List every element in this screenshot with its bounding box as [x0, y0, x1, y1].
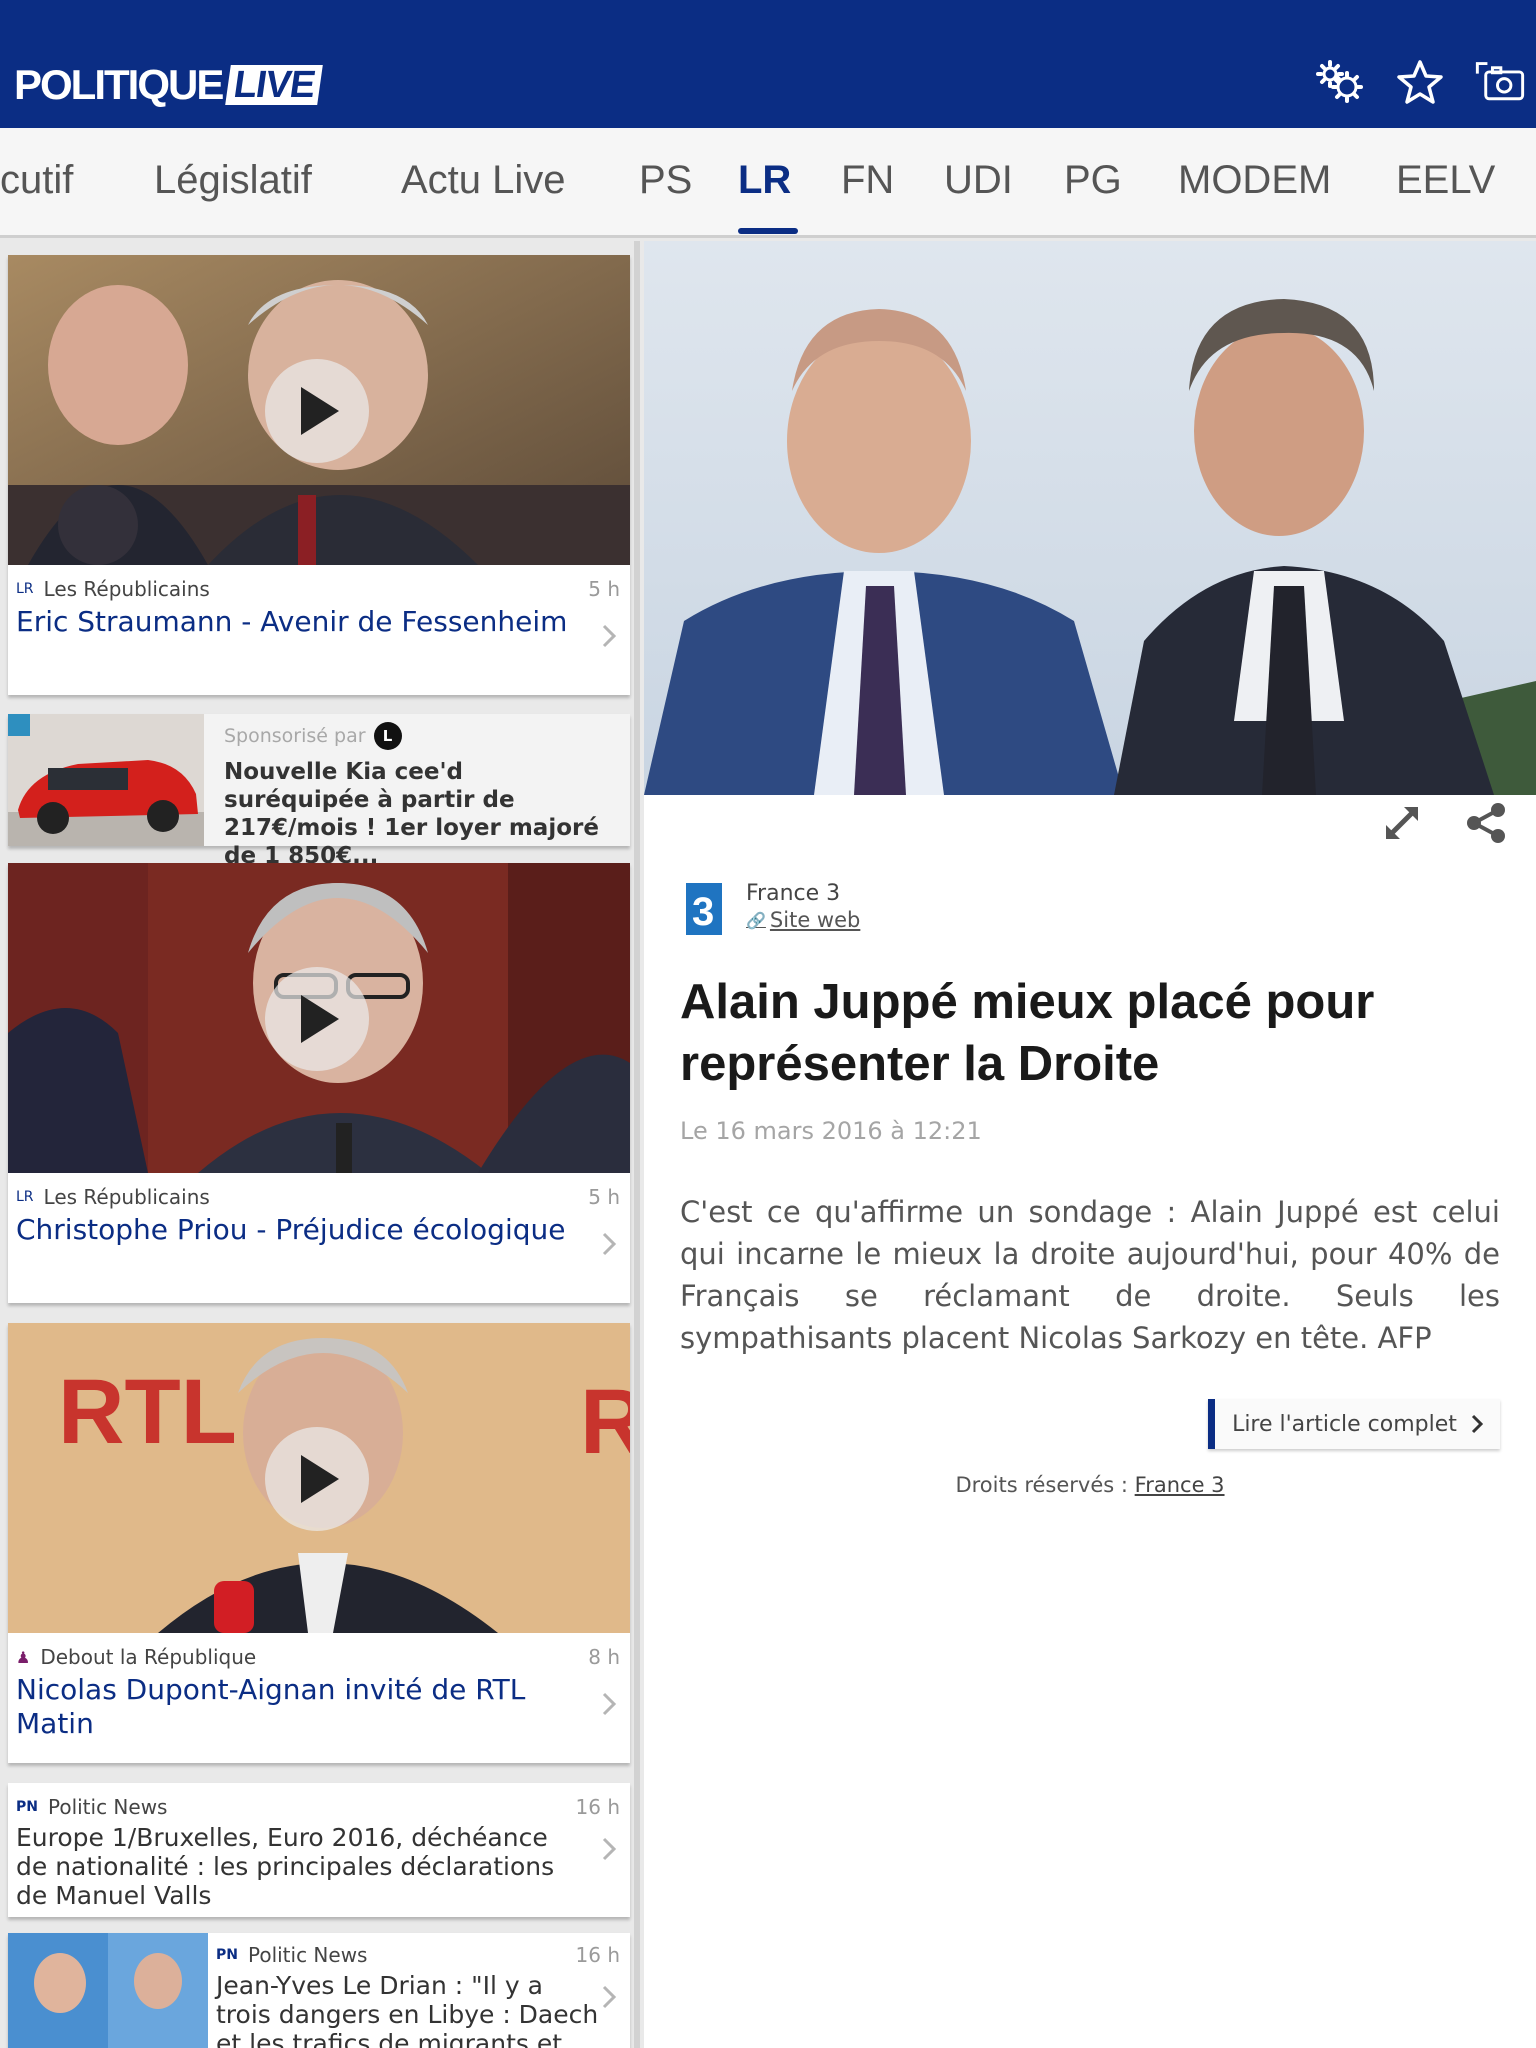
- svg-text:R: R: [580, 1371, 630, 1473]
- post-age: 16 h: [575, 1795, 620, 1819]
- logo-live-text: LIVE: [225, 64, 324, 106]
- logo-main-text: POLITIQUE: [14, 61, 224, 108]
- card-title[interactable]: Eric Straumann - Avenir de Fessenheim: [16, 605, 576, 639]
- source-logo-icon: PN: [16, 1799, 38, 1815]
- share-icon[interactable]: [1464, 801, 1508, 849]
- tab-udi[interactable]: UDI: [944, 158, 1013, 203]
- sponsored-card[interactable]: Sponsorisé par L Nouvelle Kia cee'd suré…: [8, 714, 630, 869]
- card-title[interactable]: Nicolas Dupont-Aignan invité de RTL Mati…: [16, 1673, 596, 1741]
- article-date: Le 16 mars 2016 à 12:21: [680, 1117, 982, 1145]
- read-full-article-button[interactable]: Lire l'article complet: [1208, 1399, 1500, 1449]
- post-age: 8 h: [588, 1645, 620, 1669]
- feed-card[interactable]: PN Politic News 16 h Jean-Yves Le Drian …: [8, 1933, 630, 2048]
- source-name: Debout la République: [40, 1645, 257, 1669]
- source-name: Politic News: [247, 1943, 368, 1967]
- source-name: Politic News: [47, 1795, 168, 1819]
- link-icon: 🔗: [746, 910, 766, 930]
- play-button[interactable]: [265, 967, 369, 1071]
- feed-card[interactable]: RTL R ♟ Debout la République 8 h Nicolas…: [8, 1323, 630, 1763]
- settings-icon[interactable]: [1314, 56, 1366, 108]
- video-thumbnail[interactable]: [8, 863, 630, 1173]
- sponsor-logo-icon: L: [373, 722, 402, 750]
- source-name: Les Républicains: [43, 1185, 210, 1209]
- chevron-right-icon: [602, 624, 617, 648]
- rights-notice: Droits réservés : France 3: [644, 1473, 1536, 1497]
- post-age: 5 h: [588, 577, 620, 601]
- tab-fn[interactable]: FN: [841, 158, 894, 203]
- chevron-right-icon: [602, 1837, 617, 1861]
- tab-legislatif[interactable]: Législatif: [154, 158, 312, 203]
- source-name: Les Républicains: [43, 577, 210, 601]
- tab-actu-live[interactable]: Actu Live: [401, 158, 566, 203]
- screenshot-icon[interactable]: [1474, 56, 1526, 108]
- source-logo-icon: LR: [16, 581, 34, 597]
- article-source: 3 France 3 🔗 Site web: [684, 881, 860, 941]
- article-headline: Alain Juppé mieux placé pour représenter…: [680, 975, 1375, 1091]
- play-button[interactable]: [265, 1427, 369, 1531]
- feed-card[interactable]: LR Les Républicains 5 h Christophe Priou…: [8, 863, 630, 1303]
- france3-logo-icon: 3: [684, 881, 724, 941]
- article-detail: 3 France 3 🔗 Site web Alain Juppé mieux …: [644, 241, 1536, 2048]
- tab-lr[interactable]: LR: [738, 158, 791, 203]
- rights-label: Droits réservés :: [955, 1473, 1128, 1497]
- post-age: 5 h: [588, 1185, 620, 1209]
- source-logo-icon: LR: [16, 1189, 34, 1205]
- svg-text:3: 3: [692, 890, 714, 934]
- category-tabs: cutif Législatif Actu Live PS LR FN UDI …: [0, 128, 1536, 238]
- card-title[interactable]: Europe 1/Bruxelles, Euro 2016, déchéance…: [16, 1823, 576, 1910]
- app-logo: POLITIQUE LIVE: [14, 60, 324, 110]
- source-logo-icon: ♟: [16, 1647, 31, 1667]
- chevron-right-icon: [602, 1692, 617, 1716]
- chevron-right-icon: [1471, 1414, 1483, 1434]
- tab-ps[interactable]: PS: [639, 158, 692, 203]
- sponsored-title[interactable]: Nouvelle Kia cee'd suréquipée à partir d…: [224, 758, 614, 870]
- news-thumbnail: [8, 1933, 208, 2048]
- feed-card[interactable]: LR Les Républicains 5 h Eric Straumann -…: [8, 255, 630, 695]
- favorite-star-icon[interactable]: [1394, 56, 1446, 108]
- chevron-right-icon: [602, 1232, 617, 1256]
- rights-source-link[interactable]: France 3: [1135, 1473, 1225, 1497]
- article-source-name: France 3: [746, 881, 841, 906]
- card-title[interactable]: Jean-Yves Le Drian : "Il y a trois dange…: [216, 1971, 604, 2048]
- article-hero-image[interactable]: [644, 241, 1536, 795]
- app-header: POLITIQUE LIVE: [0, 0, 1536, 128]
- source-logo-icon: PN: [216, 1947, 238, 1963]
- video-thumbnail[interactable]: [8, 255, 630, 565]
- sponsored-image: [8, 714, 204, 846]
- post-age: 16 h: [575, 1943, 620, 1967]
- source-website-link[interactable]: 🔗 Site web: [746, 908, 860, 932]
- svg-text:RTL: RTL: [58, 1361, 237, 1463]
- tab-eelv[interactable]: EELV: [1396, 158, 1495, 203]
- tab-executif[interactable]: cutif: [0, 158, 73, 203]
- play-button[interactable]: [265, 359, 369, 463]
- video-thumbnail[interactable]: RTL R: [8, 1323, 630, 1633]
- article-body: C'est ce qu'affirme un sondage : Alain J…: [680, 1195, 1500, 1355]
- tab-modem[interactable]: MODEM: [1178, 158, 1331, 203]
- news-feed[interactable]: LR Les Républicains 5 h Eric Straumann -…: [0, 241, 640, 2048]
- expand-icon[interactable]: [1380, 801, 1424, 849]
- active-tab-indicator: [738, 228, 798, 234]
- read-more-label: Lire l'article complet: [1232, 1411, 1457, 1437]
- chevron-right-icon: [602, 1985, 617, 2009]
- feed-card[interactable]: PN Politic News 16 h Europe 1/Bruxelles,…: [8, 1783, 630, 1917]
- tab-pg[interactable]: PG: [1064, 158, 1122, 203]
- sponsored-label: Sponsorisé par: [224, 725, 366, 747]
- card-title[interactable]: Christophe Priou - Préjudice écologique: [16, 1213, 576, 1247]
